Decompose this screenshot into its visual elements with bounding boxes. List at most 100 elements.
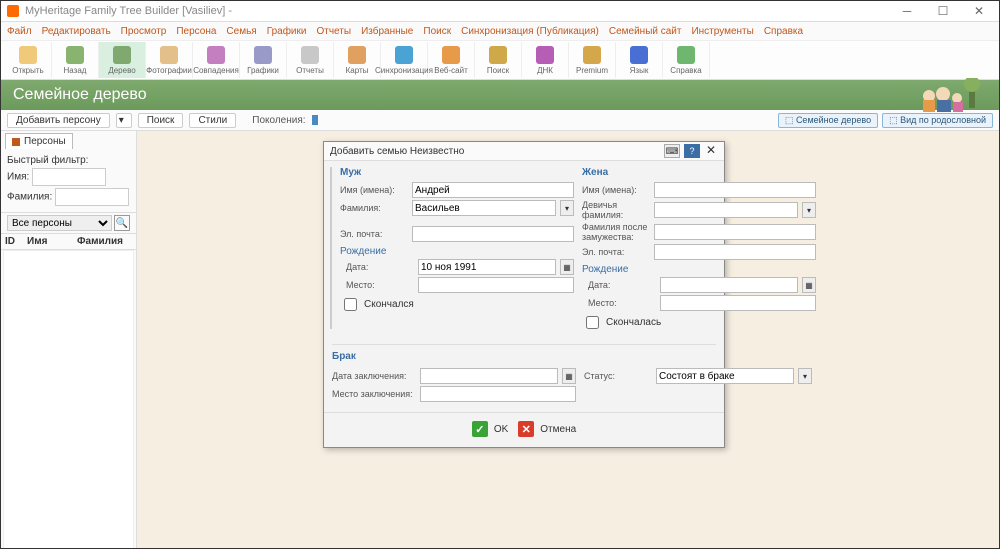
add-person-dropdown[interactable]: ▾ bbox=[116, 113, 132, 128]
x-icon: ✕ bbox=[518, 421, 534, 437]
Карты-icon bbox=[348, 46, 366, 64]
calendar-icon[interactable]: ▦ bbox=[560, 259, 574, 275]
husband-surname-input[interactable] bbox=[412, 200, 556, 216]
marriage-place-input[interactable] bbox=[420, 386, 576, 402]
menu-Справка[interactable]: Справка bbox=[764, 26, 803, 37]
check-icon: ✓ bbox=[472, 421, 488, 437]
husband-birth-date-input[interactable] bbox=[418, 259, 556, 275]
menu-Отчеты[interactable]: Отчеты bbox=[316, 26, 351, 37]
wife-birth-date-input[interactable] bbox=[660, 277, 798, 293]
toolbar-Фотографии[interactable]: Фотографии bbox=[146, 42, 193, 78]
menu-Графики[interactable]: Графики bbox=[267, 26, 307, 37]
titlebar: MyHeritage Family Tree Builder [Vasiliev… bbox=[1, 1, 999, 22]
husband-birth-place-input[interactable] bbox=[418, 277, 574, 293]
Язык-icon bbox=[630, 46, 648, 64]
Premium-icon bbox=[583, 46, 601, 64]
wife-name-input[interactable] bbox=[654, 182, 816, 198]
wife-column: Жена Имя (имена): Девичья фамилия:▾ Фами… bbox=[582, 167, 816, 334]
Назад-icon bbox=[66, 46, 84, 64]
wife-deceased-checkbox[interactable] bbox=[586, 316, 599, 329]
search-button[interactable]: Поиск bbox=[138, 113, 184, 128]
wife-maiden-input[interactable] bbox=[654, 202, 798, 218]
add-person-button[interactable]: Добавить персону bbox=[7, 113, 110, 128]
maiden-dropdown[interactable]: ▾ bbox=[802, 202, 816, 218]
menu-Избранные[interactable]: Избранные bbox=[361, 26, 413, 37]
all-persons-select[interactable]: Все персоны bbox=[7, 215, 112, 231]
page-header: Семейное дерево bbox=[1, 80, 999, 110]
generations-slider[interactable] bbox=[312, 115, 318, 125]
menu-Персона[interactable]: Персона bbox=[176, 26, 216, 37]
marriage-date-input[interactable] bbox=[420, 368, 558, 384]
toolbar-ДНК[interactable]: ДНК bbox=[522, 42, 569, 78]
toolbar-Графики[interactable]: Графики bbox=[240, 42, 287, 78]
search-icon[interactable]: 🔍 bbox=[114, 215, 130, 231]
Поиск-icon bbox=[489, 46, 507, 64]
toolbar-Открыть[interactable]: Открыть bbox=[5, 42, 52, 78]
couple-illustration bbox=[330, 167, 332, 329]
menu-Поиск[interactable]: Поиск bbox=[423, 26, 451, 37]
menu-Синхронизация (Публикация)[interactable]: Синхронизация (Публикация) bbox=[461, 26, 599, 37]
toolbar-Синхронизация[interactable]: Синхронизация bbox=[381, 42, 428, 78]
Открыть-icon bbox=[19, 46, 37, 64]
close-button[interactable]: ✕ bbox=[961, 1, 997, 21]
toolbar-Справка[interactable]: Справка bbox=[663, 42, 710, 78]
ok-button[interactable]: ✓OK bbox=[472, 421, 508, 437]
Синхронизация-icon bbox=[395, 46, 413, 64]
husband-email-input[interactable] bbox=[412, 226, 574, 242]
ДНК-icon bbox=[536, 46, 554, 64]
persons-tab[interactable]: Персоны bbox=[5, 133, 73, 149]
Совпадения-icon bbox=[207, 46, 225, 64]
menu-Файл[interactable]: Файл bbox=[7, 26, 32, 37]
main-toolbar: ОткрытьНазадДеревоФотографииСовпаденияГр… bbox=[1, 41, 999, 80]
wife-email-input[interactable] bbox=[654, 244, 816, 260]
menu-Семья[interactable]: Семья bbox=[226, 26, 256, 37]
husband-name-input[interactable] bbox=[412, 182, 574, 198]
wife-birth-place-input[interactable] bbox=[660, 295, 816, 311]
family-art-icon bbox=[909, 78, 989, 112]
dialog-close-button[interactable]: ✕ bbox=[704, 144, 718, 156]
filter-name-input[interactable] bbox=[32, 168, 106, 186]
dialog-title: Добавить семью Неизвестно bbox=[330, 146, 464, 157]
surname-dropdown[interactable]: ▾ bbox=[560, 200, 574, 216]
sidebar: Персоны Быстрый фильтр: Имя: Фамилия: Вс… bbox=[1, 131, 137, 549]
Графики-icon bbox=[254, 46, 272, 64]
cancel-button[interactable]: ✕Отмена bbox=[518, 421, 576, 437]
sub-toolbar: Добавить персону ▾ Поиск Стили Поколения… bbox=[1, 110, 999, 131]
wife-married-surname-input[interactable] bbox=[654, 224, 816, 240]
Фотографии-icon bbox=[160, 46, 178, 64]
toolbar-Назад[interactable]: Назад bbox=[52, 42, 99, 78]
husband-deceased-checkbox[interactable] bbox=[344, 298, 357, 311]
app-logo-icon bbox=[7, 5, 19, 17]
toolbar-Отчеты[interactable]: Отчеты bbox=[287, 42, 334, 78]
calendar-icon[interactable]: ▦ bbox=[562, 368, 576, 384]
quick-filter-label: Быстрый фильтр: bbox=[7, 155, 130, 166]
keyboard-icon[interactable]: ⌨ bbox=[664, 144, 680, 158]
toolbar-Premium[interactable]: Premium bbox=[569, 42, 616, 78]
toolbar-Веб-сайт[interactable]: Веб-сайт bbox=[428, 42, 475, 78]
family-tree-view-button[interactable]: ⬚ Семейное дерево bbox=[778, 113, 878, 128]
Отчеты-icon bbox=[301, 46, 319, 64]
husband-column: Муж Имя (имена): Фамилия:▾ Эл. почта: Ро… bbox=[340, 167, 574, 334]
menu-Семейный сайт[interactable]: Семейный сайт bbox=[609, 26, 682, 37]
menu-Просмотр[interactable]: Просмотр bbox=[121, 26, 167, 37]
Справка-icon bbox=[677, 46, 695, 64]
minimize-button[interactable]: ─ bbox=[889, 1, 925, 21]
pedigree-view-button[interactable]: ⬚ Вид по родословной bbox=[882, 113, 993, 128]
maximize-button[interactable]: ☐ bbox=[925, 1, 961, 21]
toolbar-Дерево[interactable]: Дерево bbox=[99, 42, 146, 78]
styles-button[interactable]: Стили bbox=[189, 113, 236, 128]
help-icon[interactable]: ? bbox=[684, 144, 700, 158]
persons-tab-icon bbox=[12, 138, 20, 146]
filter-surname-input[interactable] bbox=[55, 188, 129, 206]
toolbar-Язык[interactable]: Язык bbox=[616, 42, 663, 78]
marriage-status-select[interactable] bbox=[656, 368, 794, 384]
menu-Редактировать[interactable]: Редактировать bbox=[42, 26, 111, 37]
menu-Инструменты[interactable]: Инструменты bbox=[691, 26, 753, 37]
toolbar-Поиск[interactable]: Поиск bbox=[475, 42, 522, 78]
page-title: Семейное дерево bbox=[13, 86, 147, 104]
calendar-icon[interactable]: ▦ bbox=[802, 277, 816, 293]
window-title: MyHeritage Family Tree Builder [Vasiliev… bbox=[25, 5, 232, 17]
status-dropdown[interactable]: ▾ bbox=[798, 368, 812, 384]
toolbar-Совпадения[interactable]: Совпадения bbox=[193, 42, 240, 78]
toolbar-Карты[interactable]: Карты bbox=[334, 42, 381, 78]
